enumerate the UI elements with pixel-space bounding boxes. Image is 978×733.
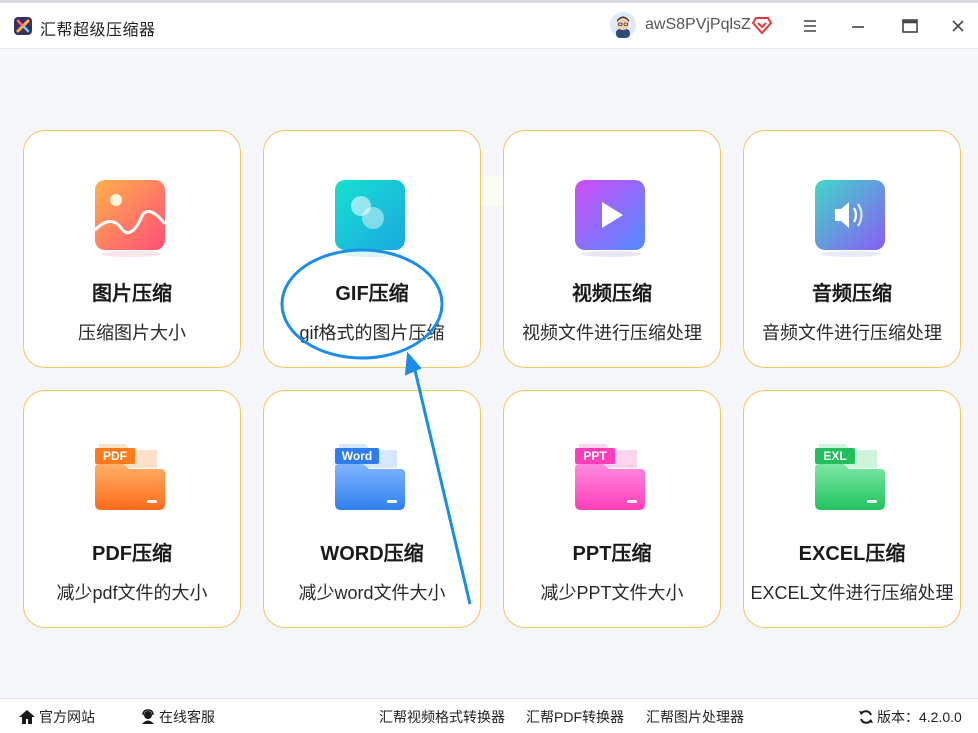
word-folder-icon: Word [335, 444, 405, 510]
card-word-compress[interactable]: Word WORD压缩 减少word文件大小 [263, 390, 481, 628]
card-desc: 减少PPT文件大小 [540, 583, 684, 603]
support-agent-icon [142, 709, 154, 724]
home-icon [19, 710, 35, 724]
ppt-badge: PPT [583, 449, 607, 463]
card-title: WORD压缩 [320, 543, 424, 565]
version-info[interactable]: 版本：4.2.0.0 [858, 707, 962, 727]
card-gif-compress[interactable]: GIF压缩 gif格式的图片压缩 [263, 130, 481, 368]
status-bar: 官方网站 在线客服 汇帮视频格式转换器 汇帮PDF转换器 汇帮图片处理器 版本：… [0, 698, 978, 733]
app-logo-icon [14, 17, 32, 35]
online-support-label: 在线客服 [159, 709, 215, 725]
image-processor-link[interactable]: 汇帮图片处理器 [646, 707, 744, 727]
app-window: 汇帮超级压缩器 awS8PVjPqlsZ 图片压缩 压缩图片大小 GIF压缩 g… [0, 0, 978, 733]
card-title: PPT压缩 [572, 543, 652, 565]
card-desc: 视频文件进行压缩处理 [522, 323, 702, 343]
online-support-link[interactable]: 在线客服 [140, 707, 215, 727]
excel-badge: EXL [823, 449, 846, 463]
card-desc: EXCEL文件进行压缩处理 [750, 583, 954, 603]
image-icon [93, 180, 167, 257]
card-ppt-compress[interactable]: PPT PPT压缩 减少PPT文件大小 [503, 390, 721, 628]
card-desc: 音频文件进行压缩处理 [762, 323, 942, 343]
card-excel-compress[interactable]: EXL EXCEL压缩 EXCEL文件进行压缩处理 [743, 390, 961, 628]
user-avatar-icon[interactable] [610, 12, 636, 38]
card-title: PDF压缩 [92, 543, 172, 565]
official-website-label: 官方网站 [39, 709, 95, 725]
card-image-compress[interactable]: 图片压缩 压缩图片大小 [23, 130, 241, 368]
card-title: EXCEL压缩 [798, 543, 906, 565]
card-desc: gif格式的图片压缩 [299, 323, 445, 343]
close-icon[interactable] [945, 13, 971, 39]
card-title: GIF压缩 [335, 283, 409, 305]
pdf-folder-icon: PDF [95, 444, 165, 510]
title-bar: 汇帮超级压缩器 awS8PVjPqlsZ [0, 3, 978, 49]
word-badge: Word [342, 449, 372, 463]
username[interactable]: awS8PVjPqlsZ [645, 16, 751, 34]
pdf-badge: PDF [103, 449, 127, 463]
maximize-icon[interactable] [897, 13, 923, 39]
card-desc: 减少word文件大小 [298, 583, 446, 603]
refresh-icon [859, 710, 873, 724]
audio-speaker-icon [815, 180, 885, 257]
card-pdf-compress[interactable]: PDF PDF压缩 减少pdf文件的大小 [23, 390, 241, 628]
vip-diamond-icon[interactable] [752, 15, 772, 35]
official-website-link[interactable]: 官方网站 [18, 707, 95, 727]
card-title: 图片压缩 [92, 283, 172, 305]
card-desc: 压缩图片大小 [78, 323, 186, 343]
card-video-compress[interactable]: 视频压缩 视频文件进行压缩处理 [503, 130, 721, 368]
version-label: 版本： [877, 709, 919, 725]
pdf-converter-link[interactable]: 汇帮PDF转换器 [526, 707, 624, 727]
card-audio-compress[interactable]: 音频压缩 音频文件进行压缩处理 [743, 130, 961, 368]
gif-icon [335, 180, 405, 257]
video-converter-link[interactable]: 汇帮视频格式转换器 [379, 707, 505, 727]
version-number: 4.2.0.0 [919, 709, 962, 725]
card-title: 音频压缩 [812, 283, 892, 305]
excel-folder-icon: EXL [815, 444, 885, 510]
video-play-icon [575, 180, 645, 257]
ppt-folder-icon: PPT [575, 444, 645, 510]
card-title: 视频压缩 [572, 283, 652, 305]
menu-icon[interactable] [797, 13, 823, 39]
card-desc: 减少pdf文件的大小 [56, 583, 208, 603]
minimize-icon[interactable] [845, 13, 871, 39]
app-title: 汇帮超级压缩器 [40, 22, 156, 39]
